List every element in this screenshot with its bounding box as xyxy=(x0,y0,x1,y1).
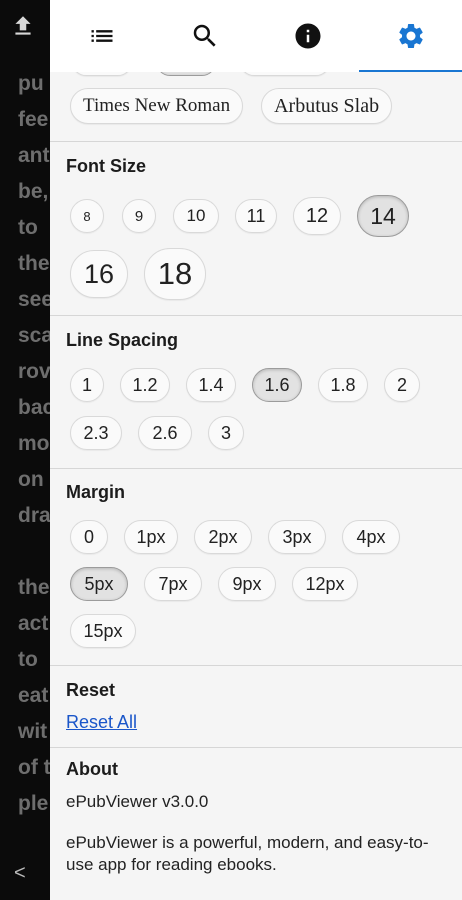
prev-page-button[interactable]: < xyxy=(14,862,26,885)
about-title: About xyxy=(66,759,118,779)
margin-15px[interactable]: 15px xyxy=(70,614,136,648)
reader-line: to xyxy=(18,648,38,671)
margin-9px[interactable]: 9px xyxy=(218,567,276,601)
reader-line: see xyxy=(18,288,50,311)
tab-toc[interactable] xyxy=(50,0,153,72)
margin-options: 0 1px 2px 3px 4px xyxy=(70,520,450,554)
font-size-10[interactable]: 10 xyxy=(173,199,219,233)
line-spacing-1.2[interactable]: 1.2 xyxy=(120,368,170,402)
font-size-12[interactable]: 12 xyxy=(293,197,341,235)
margin-5px[interactable]: 5px xyxy=(70,567,128,601)
font-size-11[interactable]: 11 xyxy=(235,199,277,233)
reader-line: to xyxy=(18,216,38,239)
divider xyxy=(50,665,462,666)
line-spacing-2.6[interactable]: 2.6 xyxy=(138,416,192,450)
reader-line: bac xyxy=(18,396,50,419)
divider xyxy=(50,315,462,316)
margin-7px[interactable]: 7px xyxy=(144,567,202,601)
reader-line: the xyxy=(18,576,50,599)
line-spacing-3[interactable]: 3 xyxy=(208,416,244,450)
reset-all-link[interactable]: Reset All xyxy=(66,712,137,733)
reader-line: on xyxy=(18,468,44,491)
divider xyxy=(50,747,462,748)
margin-12px[interactable]: 12px xyxy=(292,567,358,601)
reader-text: pu fee ant be, to the see sca rov bac mo… xyxy=(18,66,50,822)
line-spacing-1.8[interactable]: 1.8 xyxy=(318,368,368,402)
line-spacing-options: 1 1.2 1.4 1.6 1.8 2 xyxy=(70,368,450,402)
app-description: ePubViewer is a powerful, modern, and ea… xyxy=(66,833,429,874)
divider xyxy=(50,468,462,469)
reader-line: ant xyxy=(18,144,50,167)
font-family-row: Times New Roman Arbutus Slab xyxy=(70,88,393,124)
font-size-18[interactable]: 18 xyxy=(144,248,206,300)
reader-line: be, xyxy=(18,180,49,203)
reader-background: pu fee ant be, to the see sca rov bac mo… xyxy=(0,0,50,900)
font-option-times[interactable]: Times New Roman xyxy=(70,88,244,124)
tab-search[interactable] xyxy=(153,0,256,72)
reader-line: dra xyxy=(18,504,50,527)
tab-settings[interactable] xyxy=(359,0,462,72)
divider xyxy=(50,141,462,142)
margin-1px[interactable]: 1px xyxy=(124,520,178,554)
reader-line: rov xyxy=(18,360,50,383)
settings-panel: Times New Roman Arbutus Slab Font Size 8… xyxy=(50,0,462,900)
margin-2px[interactable]: 2px xyxy=(194,520,252,554)
line-spacing-2.3[interactable]: 2.3 xyxy=(70,416,122,450)
list-icon xyxy=(91,30,112,42)
reader-line: mo xyxy=(18,432,50,455)
font-size-14[interactable]: 14 xyxy=(357,195,409,237)
font-size-options-row2: 16 18 xyxy=(70,248,450,300)
reader-line: ple xyxy=(18,792,49,815)
font-size-16[interactable]: 16 xyxy=(70,250,128,298)
line-spacing-2[interactable]: 2 xyxy=(384,368,420,402)
line-spacing-title: Line Spacing xyxy=(66,330,179,350)
margin-title: Margin xyxy=(66,482,126,502)
reader-line: wit xyxy=(18,720,48,743)
font-size-title: Font Size xyxy=(66,156,146,176)
margin-3px[interactable]: 3px xyxy=(268,520,326,554)
font-option-arbutus[interactable]: Arbutus Slab xyxy=(261,88,393,124)
margin-options-row2: 5px 7px 9px 12px xyxy=(70,567,450,601)
line-spacing-1.4[interactable]: 1.4 xyxy=(186,368,236,402)
tab-info[interactable] xyxy=(256,0,359,72)
upload-icon[interactable] xyxy=(10,12,36,40)
reader-line: of t xyxy=(18,756,50,779)
margin-4px[interactable]: 4px xyxy=(342,520,400,554)
app-version: ePubViewer v3.0.0 xyxy=(66,792,209,811)
line-spacing-options-row2: 2.3 2.6 3 xyxy=(70,416,450,450)
search-icon xyxy=(193,24,216,47)
info-icon xyxy=(295,23,320,49)
reader-line: fee xyxy=(18,108,49,131)
reader-line: pu xyxy=(18,72,44,95)
reader-line: eat xyxy=(18,684,49,707)
gear-icon xyxy=(398,23,423,48)
settings-content: Times New Roman Arbutus Slab Font Size 8… xyxy=(50,48,462,900)
line-spacing-1[interactable]: 1 xyxy=(70,368,104,402)
font-size-8[interactable]: 8 xyxy=(70,199,104,233)
reset-title: Reset xyxy=(66,680,116,700)
font-size-options: 8 9 10 11 12 14 xyxy=(70,195,450,237)
reader-line: sca xyxy=(18,324,50,347)
margin-options-row3: 15px xyxy=(70,614,450,648)
font-size-9[interactable]: 9 xyxy=(122,199,156,233)
margin-0[interactable]: 0 xyxy=(70,520,108,554)
panel-tabs xyxy=(50,0,462,72)
line-spacing-1.6[interactable]: 1.6 xyxy=(252,368,302,402)
reader-line: act xyxy=(18,612,49,635)
reader-line: the xyxy=(18,252,50,275)
